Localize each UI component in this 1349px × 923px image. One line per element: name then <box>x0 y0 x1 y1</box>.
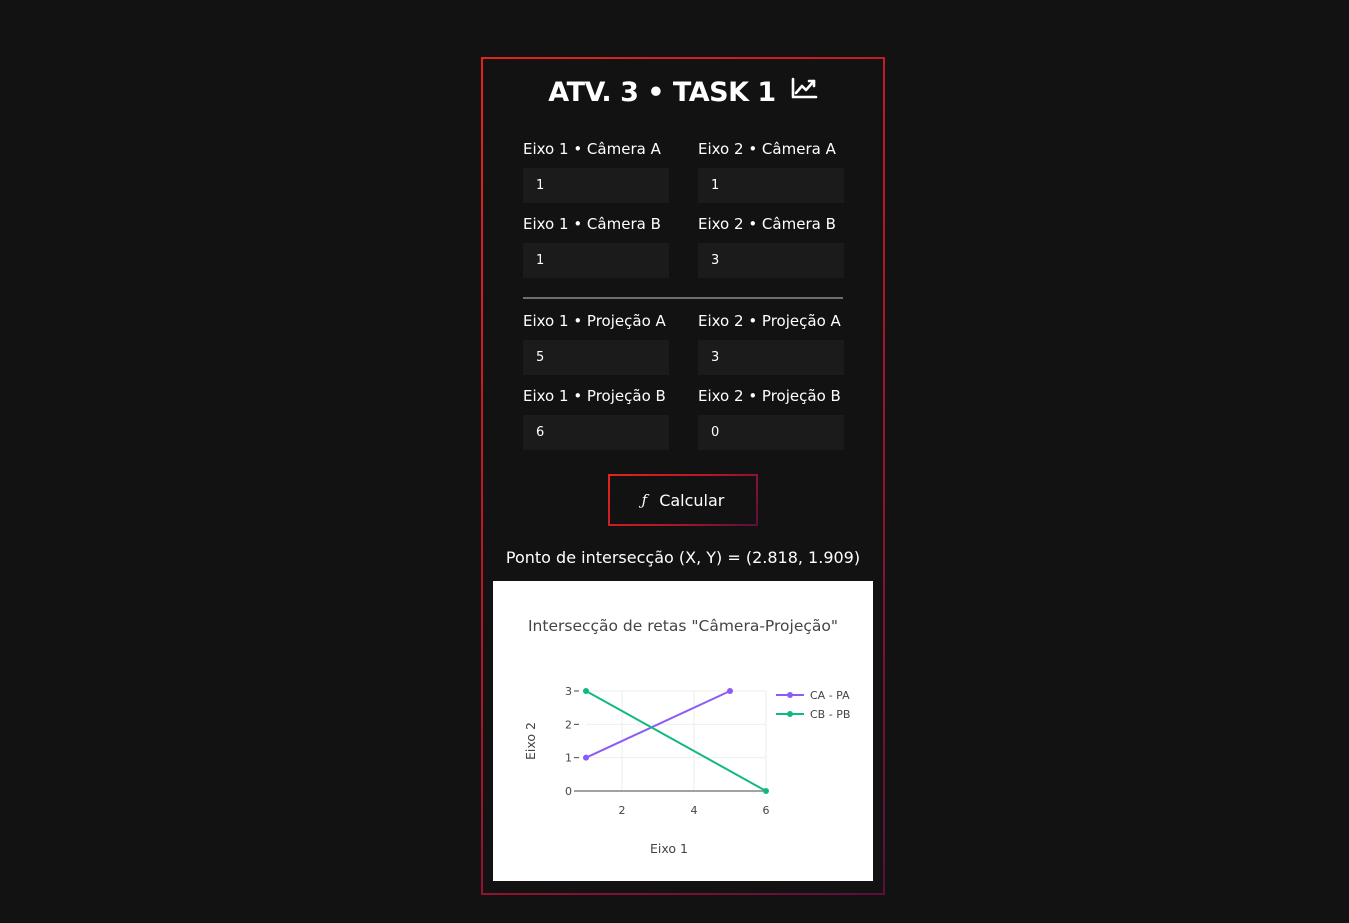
calcular-label: Calcular <box>659 490 725 510</box>
y-axis-title: Eixo 2 <box>523 722 538 760</box>
field-label: Eixo 2 • Câmera A <box>698 140 836 158</box>
field-eixo2-projecao-a: Eixo 2 • Projeção A <box>698 311 844 375</box>
field-label: Eixo 2 • Projeção A <box>698 312 841 330</box>
data-point <box>727 688 733 694</box>
data-point <box>583 754 589 761</box>
data-point <box>763 788 769 794</box>
task-card: ATV. 3 • TASK 1 Eixo 1 • Câmera A Eixo 2… <box>481 57 885 895</box>
legend-swatch-marker <box>787 692 793 698</box>
eixo1-camera-b-input[interactable] <box>523 243 669 278</box>
page-title-text: ATV. 3 • TASK 1 <box>548 77 776 108</box>
chart-legend: CA - PA CB - PB <box>776 689 850 721</box>
y-tick-label: 1 <box>565 752 572 765</box>
eixo2-projecao-a-input[interactable] <box>698 340 844 375</box>
eixo2-camera-a-input[interactable] <box>698 168 844 203</box>
chart-axes: 0 1 2 3 2 4 6 <box>565 685 770 817</box>
eixo1-projecao-a-input[interactable] <box>523 340 669 375</box>
eixo1-camera-a-input[interactable] <box>523 168 669 203</box>
field-eixo1-camera-b: Eixo 1 • Câmera B <box>523 214 669 278</box>
field-label: Eixo 1 • Câmera A <box>523 140 661 158</box>
legend-swatch-marker <box>787 711 793 717</box>
chart-title: Intersecção de retas "Câmera-Projeção" <box>528 617 838 635</box>
x-axis-title: Eixo 1 <box>650 841 688 856</box>
legend-label: CA - PA <box>810 689 850 702</box>
field-eixo2-camera-a: Eixo 2 • Câmera A <box>698 139 844 203</box>
field-label: Eixo 1 • Câmera B <box>523 215 661 233</box>
chart-line-icon <box>790 76 818 107</box>
section-divider <box>523 297 843 299</box>
field-eixo2-camera-b: Eixo 2 • Câmera B <box>698 214 844 278</box>
field-label: Eixo 2 • Câmera B <box>698 215 836 233</box>
y-tick-label: 3 <box>565 685 572 698</box>
chart-svg: Intersecção de retas "Câmera-Projeção" 0… <box>523 617 850 856</box>
intersection-result: Ponto de intersecção (X, Y) = (2.818, 1.… <box>505 548 861 567</box>
x-tick-label: 2 <box>619 804 626 817</box>
x-tick-label: 6 <box>763 804 770 817</box>
eixo1-projecao-b-input[interactable] <box>523 415 669 450</box>
eixo2-camera-b-input[interactable] <box>698 243 844 278</box>
eixo2-projecao-b-input[interactable] <box>698 415 844 450</box>
function-icon: ƒ <box>641 491 648 509</box>
chart-container: Intersecção de retas "Câmera-Projeção" 0… <box>493 581 873 881</box>
page-title: ATV. 3 • TASK 1 <box>483 77 883 108</box>
data-point <box>583 688 589 694</box>
y-tick-label: 2 <box>565 718 572 731</box>
field-eixo1-projecao-b: Eixo 1 • Projeção B <box>523 386 669 450</box>
field-label: Eixo 1 • Projeção A <box>523 312 666 330</box>
x-tick-label: 4 <box>691 804 698 817</box>
field-eixo2-projecao-b: Eixo 2 • Projeção B <box>698 386 844 450</box>
field-eixo1-projecao-a: Eixo 1 • Projeção A <box>523 311 669 375</box>
series-line <box>585 690 767 792</box>
field-eixo1-camera-a: Eixo 1 • Câmera A <box>523 139 669 203</box>
chart-series <box>583 688 769 794</box>
legend-label: CB - PB <box>810 708 850 721</box>
field-label: Eixo 2 • Projeção B <box>698 387 841 405</box>
y-tick-label: 0 <box>565 785 572 798</box>
calcular-button[interactable]: ƒ Calcular <box>608 474 758 526</box>
field-label: Eixo 1 • Projeção B <box>523 387 666 405</box>
